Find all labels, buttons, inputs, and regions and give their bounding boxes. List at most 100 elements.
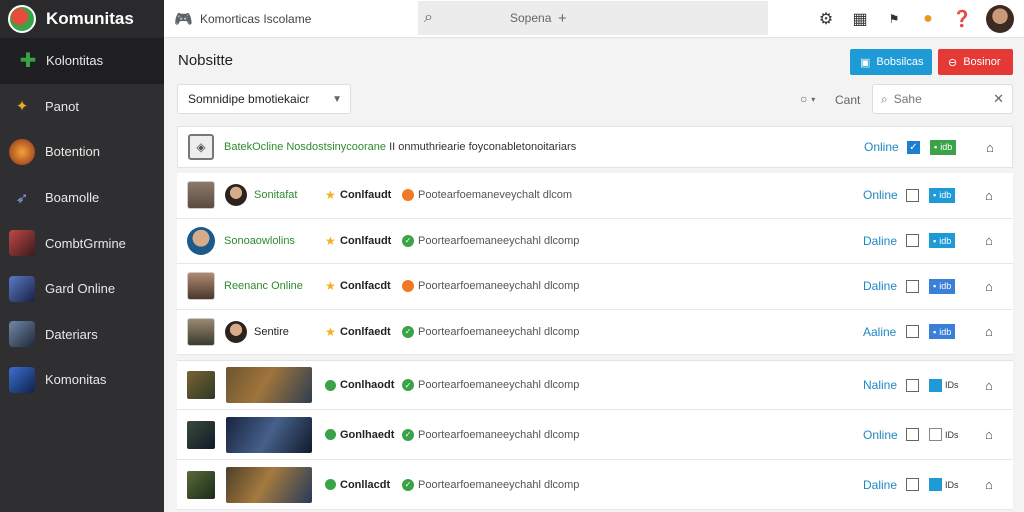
table-row[interactable]: Conlhaodt ✓ Poortearfoemaneeychahl dlcom… bbox=[177, 360, 1013, 410]
community-name: Conlfacdt bbox=[340, 280, 391, 293]
top-title-text: Komorticas Iscolame bbox=[200, 11, 312, 26]
primary-button-label: Bobsilcas bbox=[876, 56, 924, 68]
sidebar-item-label: Botention bbox=[45, 144, 100, 160]
row-checkbox[interactable] bbox=[906, 428, 919, 441]
bell-icon[interactable]: ⚑ bbox=[884, 12, 904, 26]
sidebar-item-3[interactable]: ➶ Boamolle bbox=[0, 175, 164, 221]
community-name: Conlfaedt bbox=[340, 325, 391, 338]
sidebar-item-7[interactable]: Komonitas bbox=[0, 357, 164, 403]
header-text: BatekOcline Nosdostsinycoorane II onmuth… bbox=[224, 141, 577, 153]
avatar[interactable] bbox=[986, 5, 1014, 33]
sidebar-item-0[interactable]: ✚ Kolontitas bbox=[0, 38, 164, 84]
table-header-row[interactable]: ◈ BatekOcline Nosdostsinycoorane II onmu… bbox=[177, 126, 1013, 168]
status-text: Online bbox=[863, 427, 898, 442]
gear-icon[interactable]: ⚙ bbox=[816, 9, 836, 29]
notification-badge-icon[interactable]: ● bbox=[918, 10, 938, 28]
user-name[interactable]: Sonitafat bbox=[254, 189, 297, 201]
avatar bbox=[225, 184, 247, 207]
table-row[interactable]: Sonitafat ★ Conlfaudt Pootearfoemaneveyc… bbox=[177, 173, 1013, 219]
row-checkbox[interactable] bbox=[906, 188, 919, 202]
check-circle-icon: ✓ bbox=[402, 428, 414, 441]
status-badge[interactable]: IDs bbox=[929, 378, 963, 393]
status-badge[interactable]: IDs bbox=[929, 477, 963, 492]
status-badge[interactable]: ▪ idb bbox=[930, 139, 957, 155]
home-icon[interactable]: ⌂ bbox=[985, 324, 993, 339]
plus-icon: ✚ bbox=[19, 50, 37, 73]
home-icon[interactable]: ⌂ bbox=[985, 233, 993, 248]
danger-button[interactable]: ⊖ Bosinor bbox=[938, 49, 1013, 75]
sidebar-item-6[interactable]: Dateriars bbox=[0, 312, 164, 358]
table-row[interactable]: Sentire ★ Conlfaedt ✓ Poortearfoemaneeyc… bbox=[177, 309, 1013, 355]
home-icon[interactable]: ⌂ bbox=[985, 378, 993, 393]
filter-select-value: Somnidipe bmotiekaicr bbox=[188, 92, 310, 106]
home-icon[interactable]: ⌂ bbox=[985, 477, 993, 492]
status-badge[interactable]: ▪ idb bbox=[929, 233, 956, 249]
table-search-input[interactable]: ⌕ Sahe ✕ bbox=[872, 84, 1013, 114]
table-row[interactable]: Reenanc Online ★ Conlfacdt Poortearfoema… bbox=[177, 264, 1013, 310]
danger-button-label: Bosinor bbox=[963, 56, 1001, 68]
sidebar-item-2[interactable]: Botention bbox=[0, 129, 164, 175]
sidebar-item-label: Gard Online bbox=[45, 281, 116, 297]
add-icon[interactable]: + bbox=[558, 10, 567, 27]
sidebar-item-label: Panot bbox=[45, 98, 79, 114]
user-name[interactable]: Reenanc Online bbox=[224, 280, 303, 292]
sidebar-item-1[interactable]: ✦ Panot bbox=[0, 84, 164, 130]
close-icon[interactable]: ✕ bbox=[993, 91, 1004, 107]
avatar bbox=[187, 181, 215, 210]
row-checkbox[interactable] bbox=[906, 325, 919, 339]
table-row[interactable]: Gonlhaedt ✓ Poortearfoemaneeychahl dlcom… bbox=[177, 410, 1013, 460]
status-text: Daline bbox=[863, 233, 898, 248]
row-description: Poortearfoemaneeychahl dlcomp bbox=[418, 478, 580, 491]
check-circle-icon: ✓ bbox=[402, 379, 414, 391]
arrow-icon: ➶ bbox=[15, 189, 29, 207]
minus-circle-icon: ⊖ bbox=[948, 56, 958, 69]
grid-icon[interactable]: ▦ bbox=[850, 9, 870, 29]
top-title[interactable]: 🎮 Komorticas Iscolame bbox=[174, 10, 311, 28]
home-icon[interactable]: ⌂ bbox=[985, 427, 993, 442]
circle-icon: ○ bbox=[800, 92, 808, 106]
app-small-icon: 🎮 bbox=[174, 10, 193, 28]
star-icon: ★ bbox=[325, 279, 336, 294]
row-description: Poortearfoemaneeychahl dlcomp bbox=[418, 379, 580, 391]
sidebar: Komunitas ✚ Kolontitas ✦ Panot Botention… bbox=[0, 0, 164, 512]
row-description: Poortearfoemaneeychahl dlcomp bbox=[418, 280, 580, 293]
sidebar-item-5[interactable]: Gard Online bbox=[0, 266, 164, 312]
row-checkbox[interactable] bbox=[906, 378, 919, 392]
avatar bbox=[187, 272, 215, 301]
sidebar-item-4[interactable]: CombtGrmine bbox=[0, 220, 164, 266]
status-dot-icon bbox=[402, 189, 414, 202]
table-row[interactable]: Conllacdt ✓ Poortearfoemaneeychahl dlcom… bbox=[177, 460, 1013, 510]
status-badge[interactable]: ▪ idb bbox=[929, 187, 956, 203]
user-name[interactable]: Sonoaowlolins bbox=[224, 235, 295, 247]
primary-button[interactable]: ▣ Bobsilcas bbox=[850, 49, 932, 75]
filter-select[interactable]: Somnidipe bmotiekaicr ▼ bbox=[177, 84, 351, 114]
top-search[interactable]: ⌕ Sopena + bbox=[418, 1, 768, 35]
row-checkbox[interactable] bbox=[906, 478, 919, 491]
row-checkbox[interactable] bbox=[906, 279, 919, 293]
user-name[interactable]: Sentire bbox=[254, 326, 289, 338]
status-text: Daline bbox=[863, 477, 898, 492]
community-table: ◈ BatekOcline Nosdostsinycoorane II onmu… bbox=[177, 126, 1013, 510]
table-row[interactable]: Sonoaowlolins ★ Conlfaudt ✓ Poortearfoem… bbox=[177, 218, 1013, 264]
check-circle-icon: ✓ bbox=[402, 478, 414, 491]
status-dot-icon: ✓ bbox=[402, 234, 414, 247]
status-dot-icon bbox=[325, 479, 336, 490]
brand[interactable]: Komunitas bbox=[0, 0, 164, 38]
main-content: Nobsitte ▣ Bobsilcas ⊖ Bosinor Somnidipe… bbox=[164, 38, 1024, 512]
status-badge[interactable]: ▪ idb bbox=[929, 324, 956, 340]
status-badge[interactable]: ▪ idb bbox=[929, 278, 956, 294]
tag-icon bbox=[929, 428, 942, 441]
filter-toggle[interactable]: ○ ▾ bbox=[800, 92, 815, 106]
row-checkbox[interactable] bbox=[906, 234, 919, 248]
table-search-placeholder: Sahe bbox=[893, 92, 922, 106]
home-icon[interactable]: ⌂ bbox=[985, 279, 993, 294]
home-icon[interactable]: ⌂ bbox=[986, 140, 994, 155]
row-checkbox[interactable]: ✓ bbox=[907, 140, 920, 154]
home-icon[interactable]: ⌂ bbox=[985, 188, 993, 203]
status-dot-icon: ✓ bbox=[402, 325, 414, 338]
status-badge[interactable]: IDs bbox=[929, 427, 963, 442]
filter-label: Cant bbox=[835, 93, 861, 107]
page-title: Nobsitte bbox=[178, 52, 234, 69]
help-icon[interactable]: ❓ bbox=[952, 9, 972, 29]
game-banner bbox=[226, 466, 312, 503]
